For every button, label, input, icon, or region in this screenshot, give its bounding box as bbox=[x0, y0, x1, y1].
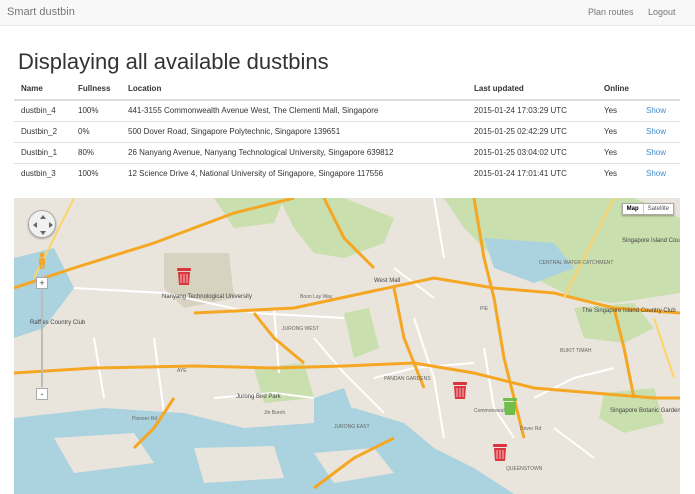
label-west-mall: West Mall bbox=[374, 278, 401, 284]
zoom-in-button[interactable]: + bbox=[36, 277, 48, 289]
cell-location: 26 Nanyang Avenue, Nanyang Technological… bbox=[121, 141, 467, 163]
show-link[interactable]: Show bbox=[646, 127, 666, 136]
logout-link[interactable]: Logout bbox=[648, 7, 676, 17]
label-jln-buroh: Jln Buroh bbox=[264, 410, 286, 416]
cell-location: 441-3155 Commonwealth Avenue West, The C… bbox=[128, 106, 379, 116]
cell-updated: 2015-01-24 17:01:41 UTC bbox=[467, 162, 597, 184]
header-last-updated: Last updated bbox=[467, 78, 597, 101]
label-central-catchment: CENTRAL WATER CATCHMENT bbox=[539, 260, 614, 266]
cell-fullness: 0% bbox=[71, 120, 121, 142]
zoom-slider-track[interactable] bbox=[41, 290, 43, 387]
cell-fullness: 100% bbox=[78, 106, 99, 116]
marker-clementi[interactable] bbox=[452, 380, 468, 400]
cell-online: Yes bbox=[604, 106, 618, 116]
cell-updated: 2015-01-25 02:42:29 UTC bbox=[467, 120, 597, 142]
label-nanyang-tech: Nanyang Technological University bbox=[162, 294, 252, 300]
label-pandan-gardens: PANDAN GARDENS bbox=[384, 376, 431, 382]
cell-name: Dustbin_1 bbox=[14, 141, 71, 163]
header-name: Name bbox=[14, 78, 71, 101]
label-singapore-island-cc-south: The Singapore Island Country Club bbox=[582, 308, 676, 314]
zoom-out-button[interactable]: - bbox=[36, 388, 48, 400]
label-botanic-gardens: Singapore Botanic Gardens bbox=[610, 408, 680, 414]
cell-name: dustbin_4 bbox=[21, 106, 56, 116]
header-action bbox=[639, 78, 680, 101]
cell-fullness: 100% bbox=[71, 162, 121, 184]
label-jurong-west: JURONG WEST bbox=[282, 326, 319, 332]
page-title: Displaying all available dustbins bbox=[18, 49, 329, 74]
cell-online: Yes bbox=[597, 141, 639, 163]
pegman-icon[interactable] bbox=[36, 252, 48, 270]
cell-name: Dustbin_2 bbox=[14, 120, 71, 142]
trash-bin-icon bbox=[453, 382, 467, 399]
show-link[interactable]: Show bbox=[646, 148, 666, 157]
brand-link[interactable]: Smart dustbin bbox=[7, 6, 75, 18]
cell-fullness: 80% bbox=[71, 141, 121, 163]
map-type-map-button[interactable]: Map bbox=[623, 204, 643, 214]
label-jurong-bird-park: Jurong Bird Park bbox=[236, 394, 281, 400]
park-area bbox=[344, 308, 379, 358]
map-canvas[interactable]: Nanyang Technological University Raffles… bbox=[14, 198, 680, 494]
label-boon-lay-way: Boon Lay Way bbox=[300, 294, 333, 300]
cell-location: 12 Science Drive 4, National University … bbox=[121, 162, 467, 184]
cell-online: Yes bbox=[597, 162, 639, 184]
navbar: Smart dustbin Plan routes Logout bbox=[0, 0, 695, 26]
show-link[interactable]: Show bbox=[646, 169, 666, 178]
dustbin-table: Name Fullness Location Last updated Onli… bbox=[14, 78, 680, 184]
show-link[interactable]: Show bbox=[646, 106, 666, 115]
header-location: Location bbox=[121, 78, 467, 101]
label-pioneer-rd: Pioneer Rd bbox=[132, 416, 158, 422]
label-dover-rd: Dover Rd bbox=[520, 426, 542, 432]
map-type-control: Map Satellite bbox=[621, 203, 674, 215]
table-row: dustbin_3 100% 12 Science Drive 4, Natio… bbox=[14, 162, 680, 184]
header-online: Online bbox=[597, 78, 639, 101]
marker-dover[interactable] bbox=[502, 396, 518, 416]
cell-updated: 2015-01-24 17:03:29 UTC bbox=[474, 106, 567, 116]
label-jurong-east: JURONG EAST bbox=[334, 424, 370, 430]
header-fullness: Fullness bbox=[71, 78, 121, 101]
table-row: dustbin_4 100% 441-3155 Commonwealth Ave… bbox=[14, 100, 680, 121]
pan-control[interactable] bbox=[28, 210, 56, 238]
label-pie: PIE bbox=[480, 306, 489, 312]
cell-location: 500 Dover Road, Singapore Polytechnic, S… bbox=[121, 120, 467, 142]
trash-bin-icon bbox=[493, 444, 507, 461]
trash-bin-icon bbox=[503, 398, 517, 415]
trash-bin-icon bbox=[177, 268, 191, 285]
label-bukit-timah: BUKIT TIMAH bbox=[560, 348, 592, 354]
marker-nus[interactable] bbox=[492, 442, 508, 462]
label-raffles-cc: Raffles Country Club bbox=[30, 320, 86, 326]
park-area bbox=[279, 198, 394, 258]
map-type-satellite-button[interactable]: Satellite bbox=[642, 204, 673, 214]
table-header-row: Name Fullness Location Last updated Onli… bbox=[14, 78, 680, 101]
cell-name: dustbin_3 bbox=[14, 162, 71, 184]
cell-online: Yes bbox=[597, 120, 639, 142]
label-queenstown: QUEENSTOWN bbox=[506, 466, 543, 472]
label-aye: AYE bbox=[177, 368, 187, 374]
label-singapore-island-cc-north: Singapore Island Country Club bbox=[622, 238, 680, 244]
pan-arrows-icon bbox=[33, 215, 53, 235]
map-tiles bbox=[14, 198, 680, 494]
island bbox=[194, 446, 284, 483]
marker-nanyang[interactable] bbox=[176, 266, 192, 286]
cell-updated: 2015-01-25 03:04:02 UTC bbox=[467, 141, 597, 163]
plan-routes-link[interactable]: Plan routes bbox=[588, 7, 634, 17]
table-row: Dustbin_2 0% 500 Dover Road, Singapore P… bbox=[14, 120, 680, 142]
table-row: Dustbin_1 80% 26 Nanyang Avenue, Nanyang… bbox=[14, 141, 680, 163]
